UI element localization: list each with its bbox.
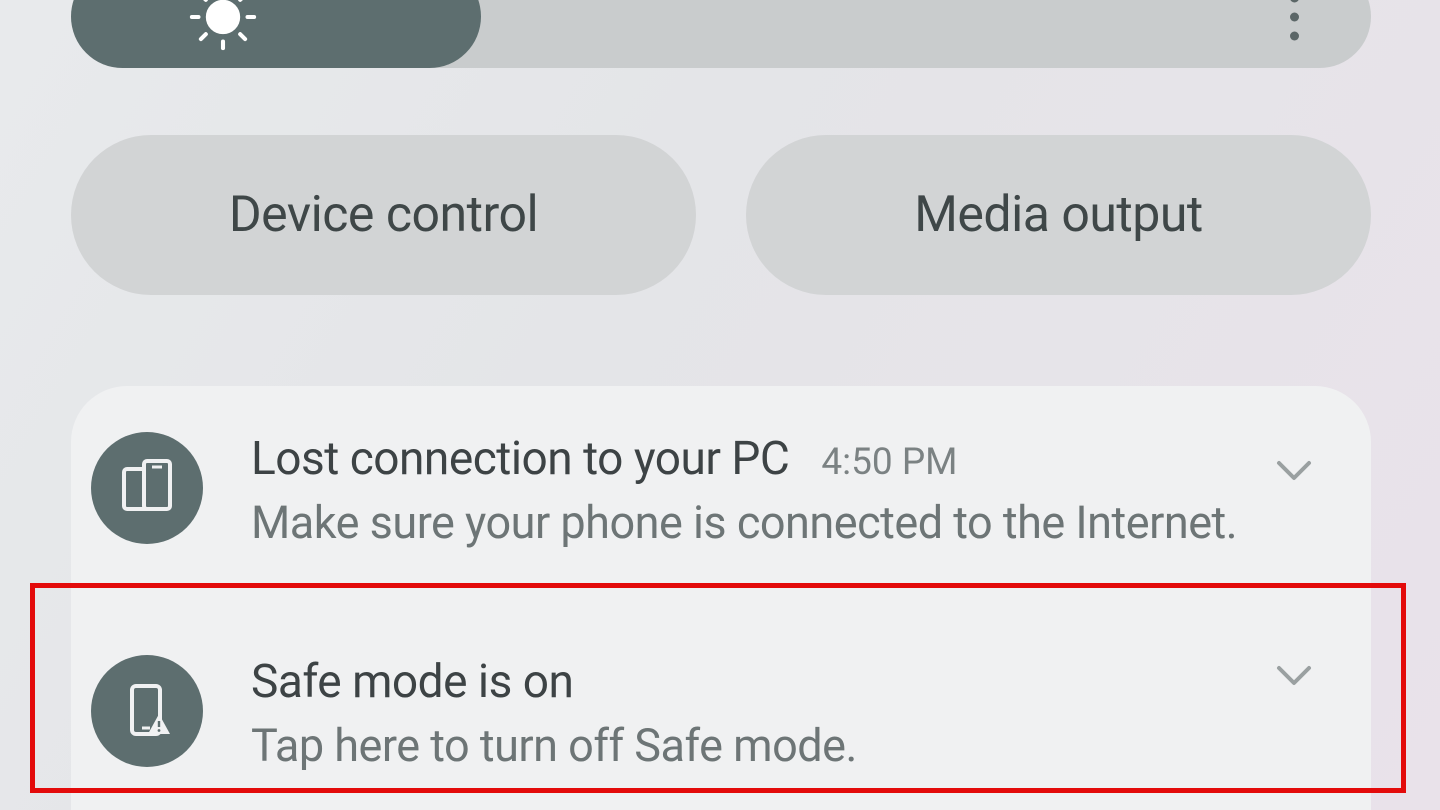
device-control-label: Device control [229, 186, 538, 244]
phone-link-icon [91, 432, 203, 544]
media-output-button[interactable]: Media output [746, 135, 1371, 295]
chevron-down-icon[interactable] [1263, 440, 1325, 506]
device-control-button[interactable]: Device control [71, 135, 696, 295]
notification-body: Lost connection to your PC 4:50 PM Make … [251, 428, 1315, 549]
notification-body: Safe mode is on Tap here to turn off Saf… [251, 651, 1315, 772]
brightness-sun-icon [187, 0, 259, 53]
notification-title: Safe mode is on [251, 655, 573, 709]
brightness-fill [71, 0, 481, 68]
notification-item[interactable]: Lost connection to your PC 4:50 PM Make … [71, 386, 1371, 591]
safe-mode-icon [91, 655, 203, 767]
media-output-label: Media output [914, 186, 1203, 244]
chevron-down-icon[interactable] [1263, 645, 1325, 711]
quick-actions-row: Device control Media output [71, 135, 1371, 295]
notification-subtitle: Tap here to turn off Safe mode. [251, 719, 1315, 772]
notification-item[interactable]: Safe mode is on Tap here to turn off Saf… [71, 591, 1371, 810]
notification-time: 4:50 PM [821, 441, 957, 484]
notification-title: Lost connection to your PC [251, 432, 789, 486]
notification-subtitle: Make sure your phone is connected to the… [251, 496, 1315, 549]
brightness-slider[interactable] [71, 0, 1371, 68]
more-options-icon[interactable] [1278, 0, 1311, 58]
notification-panel: Lost connection to your PC 4:50 PM Make … [71, 386, 1371, 810]
